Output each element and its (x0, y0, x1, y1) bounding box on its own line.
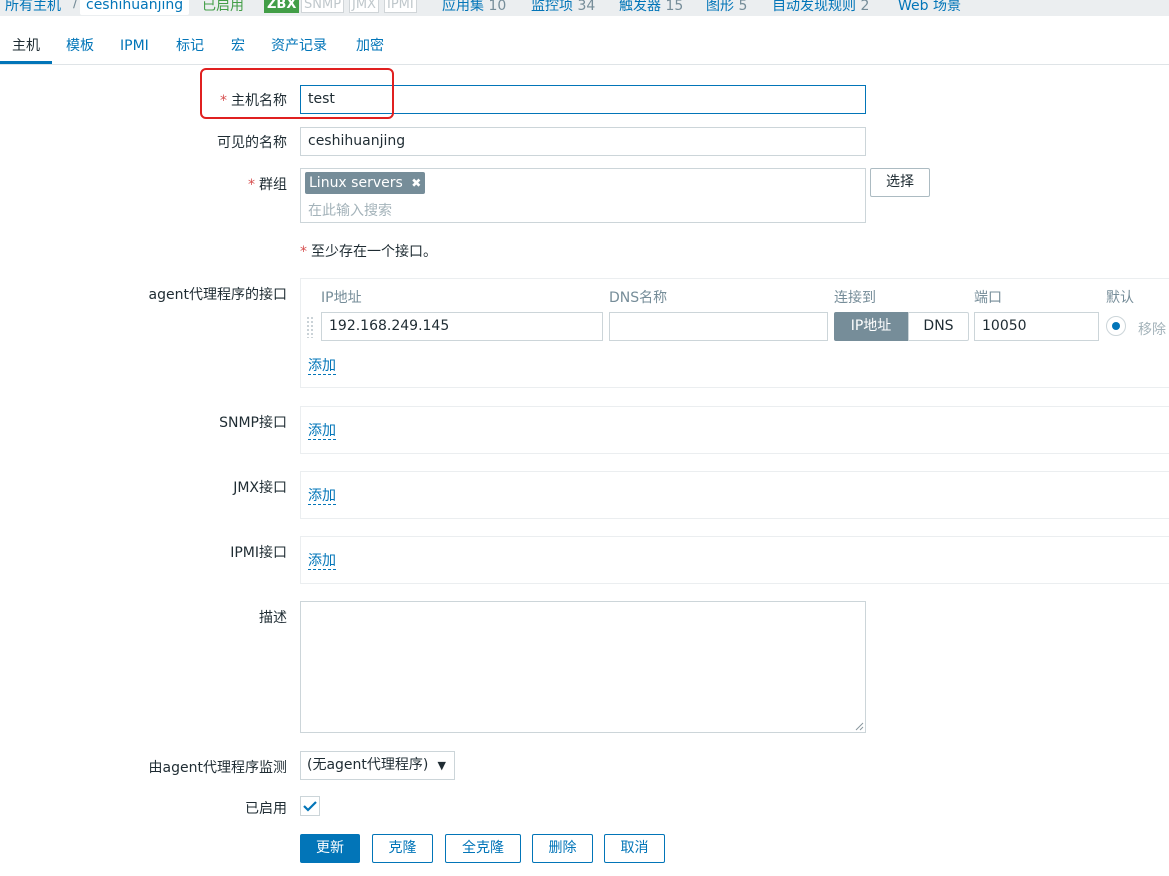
agent-port-input[interactable]: 10050 (974, 312, 1099, 341)
radio-dot-icon (1112, 322, 1120, 330)
groups-label-text: 群组 (259, 177, 287, 193)
description-text (301, 602, 315, 614)
visible-name-label: 可见的名称 (217, 135, 287, 151)
link-triggers-label: 触发器 (619, 0, 661, 14)
availability-zbx-badge: ZBX (264, 0, 300, 13)
add-ipmi-interface-link[interactable]: 添加 (308, 553, 336, 570)
tab-host[interactable]: 主机 (0, 33, 52, 64)
add-jmx-interface-link[interactable]: 添加 (308, 488, 336, 505)
link-graphs-count: 5 (738, 0, 748, 14)
col-dns-name: DNS名称 (609, 290, 668, 306)
dropdown-arrow-icon: ▼ (437, 759, 446, 772)
tab-inventory[interactable]: 资产记录 (271, 33, 327, 64)
ipmi-interfaces-panel (300, 536, 1169, 584)
cancel-button[interactable]: 取消 (604, 834, 665, 863)
breadcrumb-host: ceshihuanjing (80, 0, 190, 15)
col-connect-to: 连接到 (834, 290, 876, 306)
link-discovery-rules-label: 自动发现规则 (772, 0, 856, 14)
enabled-checkbox[interactable] (300, 796, 320, 816)
select-groups-button[interactable]: 选择 (870, 168, 930, 197)
remove-interface-link[interactable]: 移除 (1138, 319, 1166, 339)
col-default: 默认 (1106, 290, 1134, 306)
drag-handle-icon[interactable] (306, 316, 314, 338)
host-status-enabled[interactable]: 已启用 (202, 0, 244, 15)
highlight-annotation-box (200, 68, 394, 119)
link-graphs[interactable]: 图形 5 (706, 0, 747, 15)
ipmi-interfaces-label: IPMI接口 (230, 545, 287, 561)
link-items-label: 监控项 (531, 0, 573, 14)
remove-tag-icon[interactable]: ✖ (411, 176, 421, 190)
link-items[interactable]: 监控项 34 (531, 0, 595, 15)
description-textarea[interactable] (300, 601, 866, 733)
add-snmp-interface-link[interactable]: 添加 (308, 423, 336, 440)
link-web-scenarios-label: Web 场景 (898, 0, 961, 14)
agent-dns-input[interactable] (609, 312, 828, 341)
interface-required-note: * 至少存在一个接口。 (300, 241, 437, 261)
breadcrumb-all-hosts[interactable]: 所有主机 (5, 0, 61, 15)
agent-ip-input[interactable]: 192.168.249.145 (321, 312, 603, 341)
link-applications-label: 应用集 (442, 0, 484, 14)
jmx-interfaces-label: JMX接口 (233, 480, 287, 496)
availability-ipmi-badge: IPMI (384, 0, 417, 13)
proxy-select-value: (无agent代理程序) (307, 757, 429, 773)
add-agent-interface-link[interactable]: 添加 (308, 358, 336, 375)
groups-label: * 群组 (248, 174, 287, 194)
group-tag-label: Linux servers (309, 175, 403, 191)
connect-ip-toggle[interactable]: IP地址 (834, 312, 908, 341)
tab-encryption[interactable]: 加密 (356, 33, 384, 64)
resize-grip-icon[interactable] (854, 721, 864, 731)
snmp-interfaces-label: SNMP接口 (219, 415, 287, 431)
link-triggers[interactable]: 触发器 15 (619, 0, 683, 15)
tab-templates[interactable]: 模板 (66, 33, 94, 64)
required-mark: * (300, 244, 307, 260)
link-items-count: 34 (577, 0, 596, 14)
default-interface-radio[interactable] (1106, 316, 1126, 336)
breadcrumb-separator: / (73, 0, 78, 11)
form-tabs: 主机 模板 IPMI 标记 宏 资产记录 加密 (0, 33, 1169, 65)
col-port: 端口 (974, 290, 1002, 306)
snmp-interfaces-panel (300, 406, 1169, 454)
group-tag: Linux servers ✖ (305, 172, 426, 194)
checkmark-icon (303, 801, 317, 812)
visible-name-input[interactable]: ceshihuanjing (300, 127, 866, 156)
tab-macros[interactable]: 宏 (231, 33, 245, 64)
monitored-by-proxy-label: 由agent代理程序监测 (148, 760, 287, 776)
enabled-label: 已启用 (245, 801, 287, 817)
interface-note-text: 至少存在一个接口。 (311, 244, 437, 260)
full-clone-button[interactable]: 全克隆 (445, 834, 521, 863)
col-ip-address: IP地址 (321, 290, 362, 306)
update-button[interactable]: 更新 (300, 834, 360, 863)
link-applications[interactable]: 应用集 10 (442, 0, 506, 15)
description-label: 描述 (259, 610, 287, 626)
link-graphs-label: 图形 (706, 0, 734, 14)
delete-button[interactable]: 删除 (532, 834, 593, 863)
agent-interfaces-label: agent代理程序的接口 (148, 287, 287, 303)
required-mark: * (248, 177, 255, 193)
groups-search-placeholder[interactable]: 在此输入搜索 (308, 200, 392, 220)
link-triggers-count: 15 (665, 0, 684, 14)
proxy-select[interactable]: (无agent代理程序) ▼ (300, 751, 455, 780)
connect-dns-toggle[interactable]: DNS (908, 312, 969, 341)
link-discovery-rules[interactable]: 自动发现规则 2 (772, 0, 869, 15)
availability-snmp-badge: SNMP (301, 0, 345, 13)
link-web-scenarios[interactable]: Web 场景 (898, 0, 961, 15)
link-discovery-rules-count: 2 (860, 0, 870, 14)
tab-ipmi[interactable]: IPMI (120, 33, 149, 64)
jmx-interfaces-panel (300, 471, 1169, 519)
groups-multiselect[interactable]: Linux servers ✖ 在此输入搜索 (300, 168, 866, 223)
availability-jmx-badge: JMX (349, 0, 379, 13)
clone-button[interactable]: 克隆 (372, 834, 433, 863)
link-applications-count: 10 (488, 0, 507, 14)
tab-tags[interactable]: 标记 (176, 33, 204, 64)
